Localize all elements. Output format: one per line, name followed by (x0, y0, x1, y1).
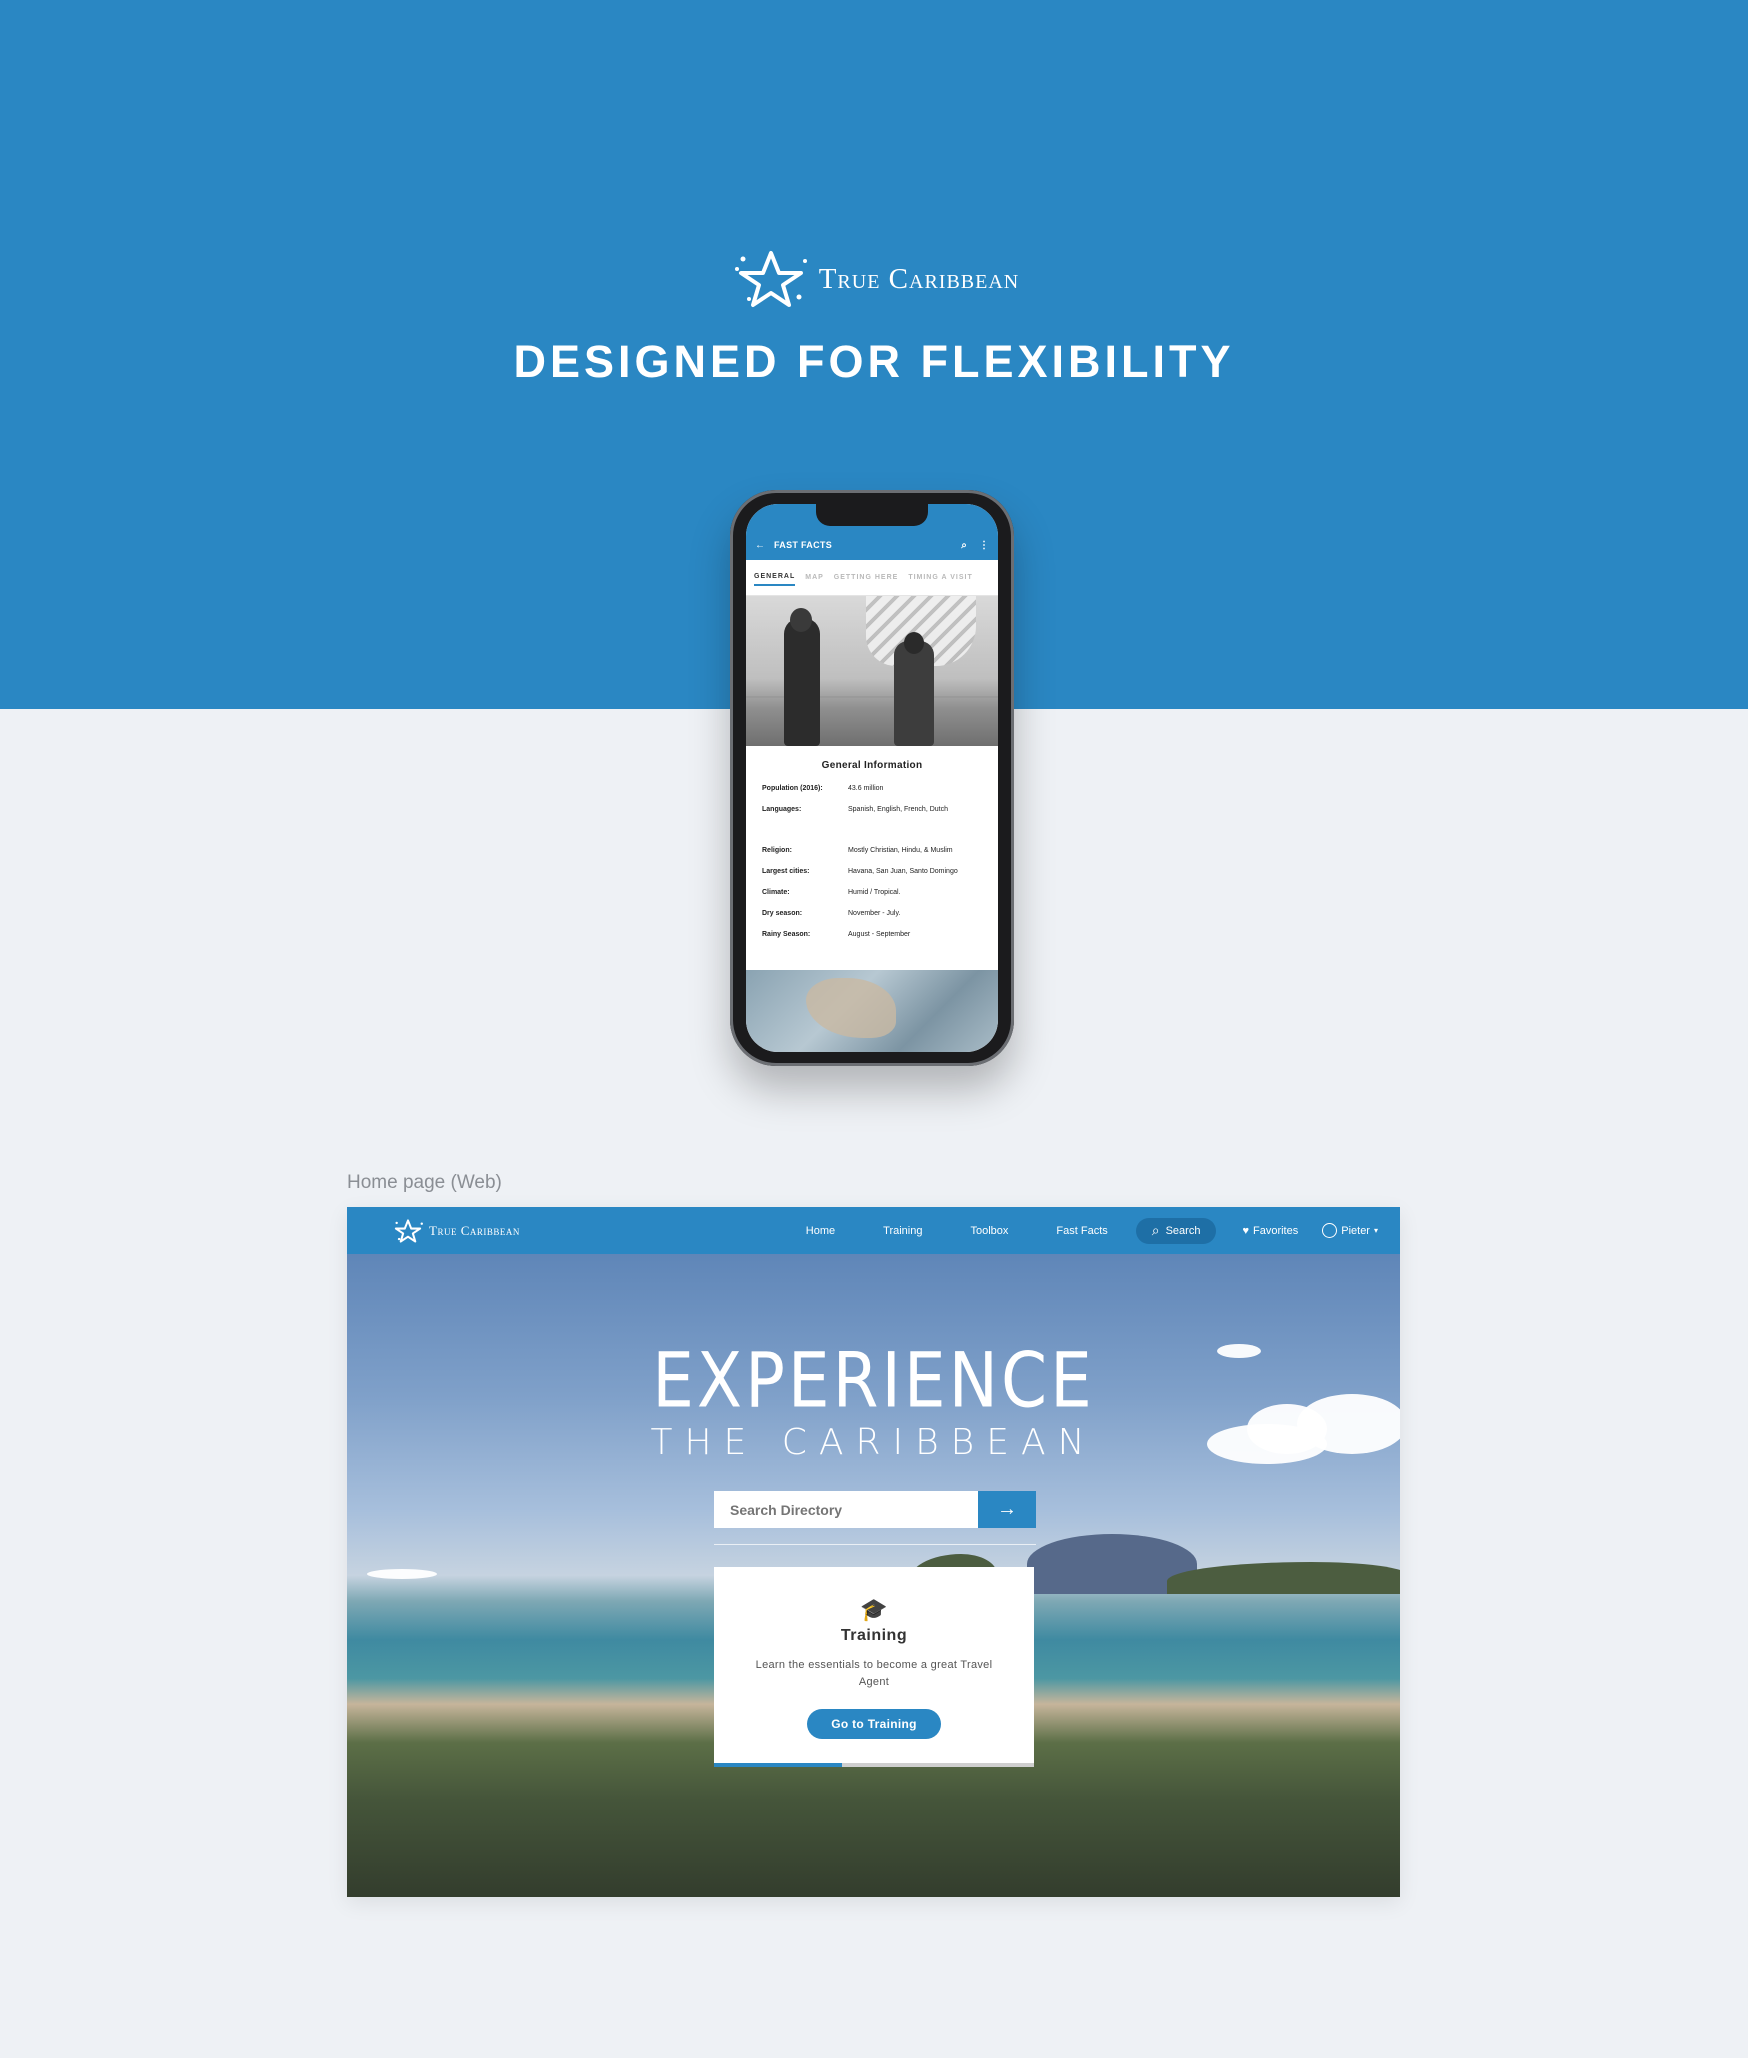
fact-value: Mostly Christian, Hindu, & Muslim (848, 847, 953, 854)
heart-icon: ♥ (1242, 1224, 1249, 1237)
carousel-progress (714, 1763, 1034, 1767)
phone-notch (816, 504, 928, 526)
section-title: General Information (821, 760, 923, 771)
app-bar: ← FAST FACTS ⌕ ⋮ (746, 530, 998, 560)
tab-bar: GENERAL MAP GETTING HERE TIMING A VISIT (746, 560, 998, 596)
chevron-down-icon: ▾ (1373, 1226, 1378, 1235)
card-title: Training (840, 1627, 908, 1644)
user-name: Pieter (1341, 1224, 1370, 1237)
hero-section: EXPERIENCE THE CARIBBEAN → 🎓 Training Le… (347, 1254, 1400, 1897)
tab-timing-a-visit[interactable]: TIMING A VISIT (908, 570, 972, 585)
hero-title: EXPERIENCE (652, 1336, 1095, 1425)
search-icon: ⌕ (1151, 1222, 1160, 1238)
fact-row: Languages: Spanish, English, French, Dutc… (762, 806, 982, 847)
hero-photo (746, 596, 998, 746)
star-logo-icon (734, 251, 807, 307)
headline: DESIGNED FOR FLEXIBILITY (513, 336, 1235, 387)
nav-favorites[interactable]: ♥ Favorites (1230, 1225, 1310, 1237)
nav-search-button[interactable]: ⌕ Search (1135, 1217, 1217, 1244)
fact-value: 43.6 million (848, 785, 884, 792)
go-to-training-button[interactable]: Go to Training (807, 1709, 941, 1739)
nav-favorites-label: Favorites (1252, 1224, 1299, 1237)
fact-value: Spanish, English, French, Dutch (848, 806, 948, 813)
fact-row: Dry season: November - July. (762, 910, 982, 931)
web-homepage: True Caribbean Home Training Toolbox Fas… (347, 1207, 1400, 1897)
fact-key: Climate: (762, 889, 790, 896)
directory-search: → (714, 1491, 1036, 1528)
fact-row: Largest cities: Havana, San Juan, Santo D… (762, 868, 982, 889)
tab-getting-here[interactable]: GETTING HERE (834, 570, 899, 585)
graduation-cap-icon: 🎓 (860, 1597, 888, 1622)
fact-row: Climate: Humid / Tropical. (762, 889, 982, 910)
fact-value: November - July. (848, 910, 901, 917)
nav-toolbox[interactable]: Toolbox (946, 1225, 1032, 1237)
fact-key: Population (2016): (762, 785, 823, 792)
carousel-progress-fill (714, 1763, 842, 1767)
fact-value: Havana, San Juan, Santo Domingo (848, 868, 958, 875)
more-vert-icon[interactable]: ⋮ (978, 540, 990, 551)
star-logo-icon (394, 1218, 423, 1243)
user-menu[interactable]: Pieter ▾ (1310, 1223, 1378, 1238)
user-avatar-icon (1322, 1223, 1338, 1238)
nav-fast-facts[interactable]: Fast Facts (1032, 1225, 1131, 1237)
hero-subtitle: THE CARIBBEAN (650, 1422, 1097, 1463)
fact-row: Population (2016): 43.6 million (762, 785, 982, 806)
brand-name: True Caribbean (818, 262, 1020, 295)
divider (714, 1544, 1036, 1545)
phone-mockup: ← FAST FACTS ⌕ ⋮ GENERAL MAP GETTING HER… (730, 490, 1014, 1066)
card-description: Learn the essentials to become a great T… (755, 1659, 993, 1688)
fact-row: Rainy Season: August - September (762, 931, 982, 952)
search-directory-input[interactable] (714, 1491, 978, 1528)
phone-screen: ← FAST FACTS ⌕ ⋮ GENERAL MAP GETTING HER… (746, 504, 998, 1052)
arrow-right-icon: → (997, 1498, 1017, 1520)
general-info-section: General Information Population (2016): 43… (746, 746, 998, 962)
fact-key: Rainy Season: (762, 931, 811, 938)
fact-value: Humid / Tropical. (848, 889, 901, 896)
web-caption: Home page (Web) (347, 1172, 502, 1193)
nav-links: Home Training Toolbox Fast Facts ⌕ Searc… (782, 1217, 1378, 1244)
brand-lockup: True Caribbean (0, 247, 1748, 311)
nav-search-label: Search (1165, 1224, 1201, 1237)
fact-value: August - September (848, 931, 911, 938)
nav-brand-name: True Caribbean (429, 1222, 520, 1238)
training-card: 🎓 Training Learn the essentials to becom… (714, 1567, 1034, 1767)
nav-training[interactable]: Training (859, 1225, 946, 1237)
fact-key: Dry season: (762, 910, 803, 917)
map-image (746, 970, 998, 1052)
search-submit-button[interactable]: → (978, 1491, 1036, 1528)
app-bar-title: FAST FACTS (774, 540, 833, 550)
top-navbar: True Caribbean Home Training Toolbox Fas… (347, 1207, 1400, 1254)
tab-general[interactable]: GENERAL (754, 569, 796, 586)
fact-key: Religion: (762, 847, 792, 854)
nav-brand[interactable]: True Caribbean (391, 1218, 520, 1244)
tab-map[interactable]: MAP (805, 570, 824, 585)
fact-key: Largest cities: (762, 868, 810, 875)
back-arrow-icon[interactable]: ← (754, 540, 766, 551)
nav-home[interactable]: Home (782, 1225, 859, 1237)
fact-row: Religion: Mostly Christian, Hindu, & Musl… (762, 847, 982, 868)
search-icon[interactable]: ⌕ (958, 540, 970, 551)
fact-key: Languages: (762, 806, 802, 813)
